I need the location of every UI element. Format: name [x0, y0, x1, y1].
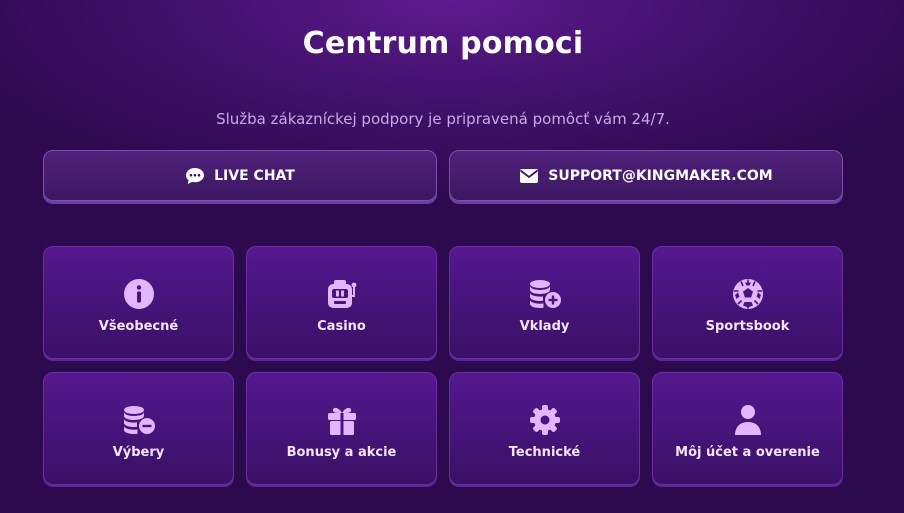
live-chat-button[interactable]: LIVE CHAT — [43, 150, 437, 201]
gear-icon — [528, 403, 562, 437]
coins-plus-icon — [528, 277, 562, 311]
category-label: Sportsbook — [705, 319, 790, 334]
category-label: Môj účet a overenie — [675, 445, 820, 460]
email-support-button[interactable]: SUPPORT@KINGMAKER.COM — [449, 150, 843, 201]
live-chat-label: LIVE CHAT — [214, 167, 295, 184]
envelope-icon — [519, 168, 539, 184]
category-label: Výbery — [112, 445, 165, 460]
category-label: Bonusy a akcie — [286, 445, 397, 460]
page-title: Centrum pomoci — [302, 26, 584, 61]
category-sportsbook[interactable]: Sportsbook — [652, 246, 843, 359]
gift-icon — [325, 403, 359, 437]
category-technical[interactable]: Technické — [449, 372, 640, 485]
category-label: Casino — [317, 319, 366, 334]
category-account[interactable]: Môj účet a overenie — [652, 372, 843, 485]
coins-minus-icon — [122, 403, 156, 437]
email-label: SUPPORT@KINGMAKER.COM — [548, 167, 773, 184]
category-label: Všeobecné — [98, 319, 179, 334]
category-deposits[interactable]: Vklady — [449, 246, 640, 359]
chat-bubble-icon — [185, 167, 205, 185]
category-general[interactable]: Všeobecné — [43, 246, 234, 359]
category-label: Vklady — [519, 319, 570, 334]
category-bonuses[interactable]: Bonusy a akcie — [246, 372, 437, 485]
slot-machine-icon — [325, 277, 359, 311]
user-icon — [731, 403, 765, 437]
page-subtitle: Služba zákazníckej podpory je pripravená… — [216, 110, 670, 128]
category-withdrawals[interactable]: Výbery — [43, 372, 234, 485]
soccer-ball-icon — [731, 277, 765, 311]
category-casino[interactable]: Casino — [246, 246, 437, 359]
info-icon — [122, 277, 156, 311]
category-label: Technické — [508, 445, 581, 460]
